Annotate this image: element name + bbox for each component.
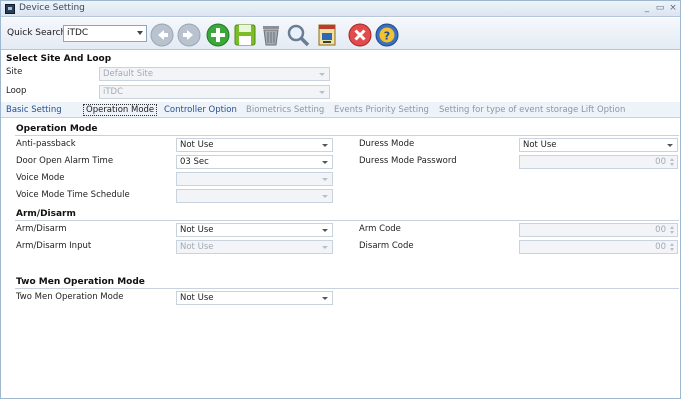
tab-event-storage-setting[interactable]: Setting for type of event storage [439,105,578,115]
arm-code-label: Arm Code [359,224,401,234]
section-heading-site-loop: Select Site And Loop [6,54,112,64]
door-open-alarm-label: Door Open Alarm Time [16,156,114,166]
spin-down-icon [670,248,674,251]
spin-down-icon [670,231,674,234]
divider [15,288,679,289]
chevron-down-icon [322,195,328,198]
disarm-code-value: 00 [655,242,666,252]
tab-events-priority-setting[interactable]: Events Priority Setting [334,105,429,115]
tab-biometrics-setting[interactable]: Biometrics Setting [246,105,324,115]
divider [15,220,679,221]
quick-search-combo[interactable]: iTDC [63,25,147,42]
spin-up-icon [670,243,674,246]
back-arrow-icon[interactable] [149,22,175,48]
cancel-icon[interactable] [347,22,373,48]
report-icon[interactable] [314,22,340,48]
tab-controller-option[interactable]: Controller Option [164,105,237,115]
duress-mode-combo[interactable]: Not Use [519,138,678,152]
arm-disarm-combo[interactable]: Not Use [176,223,333,237]
minimize-button[interactable]: _ [641,2,653,15]
toolbar: Quick Search iTDC ? [1,18,680,50]
close-button[interactable]: × [667,2,679,15]
spin-up-icon [670,158,674,161]
tab-lift-option[interactable]: Lift Option [581,105,625,115]
anti-passback-value: Not Use [180,140,214,150]
chevron-down-icon [322,229,328,232]
chevron-down-icon [322,178,328,181]
help-icon[interactable]: ? [374,22,400,48]
two-men-label: Two Men Operation Mode [16,292,124,302]
title-bar: Device Setting _ ▭ × [1,1,680,17]
site-value: Default Site [103,69,154,79]
loop-label: Loop [6,86,27,96]
chevron-down-icon [137,31,143,35]
section-heading-operation-mode: Operation Mode [16,124,98,134]
chevron-down-icon [319,73,325,76]
door-open-alarm-value: 03 Sec [180,157,209,167]
voice-schedule-combo[interactable] [176,189,333,203]
arm-disarm-input-combo[interactable]: Not Use [176,240,333,254]
arm-disarm-value: Not Use [180,225,214,235]
disarm-code-label: Disarm Code [359,241,414,251]
arm-disarm-input-label: Arm/Disarm Input [16,241,92,251]
window-title: Device Setting [19,3,85,13]
duress-password-label: Duress Mode Password [359,156,457,166]
tab-basic-setting[interactable]: Basic Setting [6,105,62,115]
add-icon[interactable] [205,22,231,48]
chevron-down-icon [322,144,328,147]
duress-mode-label: Duress Mode [359,139,415,149]
maximize-button[interactable]: ▭ [654,2,666,15]
loop-combo[interactable]: iTDC [99,85,330,99]
chevron-down-icon [667,144,673,147]
site-label: Site [6,67,23,77]
quick-search-label: Quick Search [7,28,67,38]
anti-passback-combo[interactable]: Not Use [176,138,333,152]
svg-text:?: ? [384,30,390,43]
anti-passback-label: Anti-passback [16,139,76,149]
chevron-down-icon [322,246,328,249]
chevron-down-icon [319,91,325,94]
tab-operation-mode[interactable]: Operation Mode [83,104,158,116]
duress-password-value: 00 [655,157,666,167]
app-icon [5,4,15,14]
tab-strip: Basic Setting Operation Mode Controller … [1,102,680,118]
disarm-code-spinner[interactable]: 00 [519,240,678,254]
voice-mode-combo[interactable] [176,172,333,186]
arm-disarm-input-value: Not Use [180,242,214,252]
arm-code-spinner[interactable]: 00 [519,223,678,237]
spin-up-icon [670,226,674,229]
voice-schedule-label: Voice Mode Time Schedule [16,190,130,200]
two-men-value: Not Use [180,293,214,303]
forward-arrow-icon[interactable] [176,22,202,48]
arm-code-value: 00 [655,225,666,235]
duress-password-spinner[interactable]: 00 [519,155,678,169]
section-heading-arm-disarm: Arm/Disarm [16,209,76,219]
loop-value: iTDC [103,87,124,97]
voice-mode-label: Voice Mode [16,173,65,183]
save-icon[interactable] [232,22,258,48]
duress-mode-value: Not Use [523,140,557,150]
chevron-down-icon [322,297,328,300]
divider [15,135,679,136]
two-men-combo[interactable]: Not Use [176,291,333,305]
device-setting-window: Device Setting _ ▭ × Quick Search iTDC ?… [0,0,681,399]
site-combo[interactable]: Default Site [99,67,330,81]
quick-search-value: iTDC [67,28,89,38]
delete-icon[interactable] [258,22,284,48]
chevron-down-icon [322,161,328,164]
arm-disarm-label: Arm/Disarm [16,224,67,234]
section-heading-two-men: Two Men Operation Mode [16,277,145,287]
door-open-alarm-combo[interactable]: 03 Sec [176,155,333,169]
spin-down-icon [670,163,674,166]
search-icon[interactable] [285,22,311,48]
